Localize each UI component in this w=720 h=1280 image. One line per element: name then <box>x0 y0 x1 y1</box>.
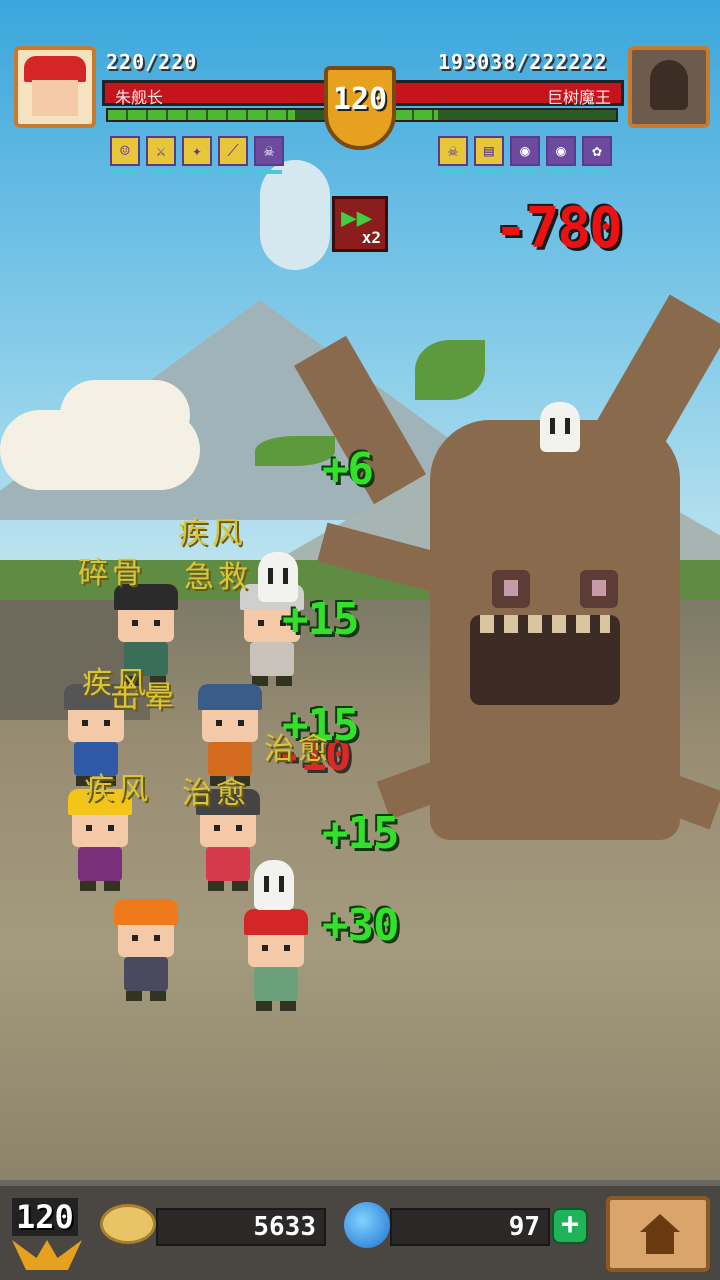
skill-callout: 碎骨 <box>78 556 146 591</box>
red-cap <box>24 56 86 82</box>
skill-cooldown-bar <box>184 170 210 174</box>
ghost-skill-icon[interactable]: ☠ <box>254 136 284 166</box>
boss-energy-fill <box>394 110 439 120</box>
hero-red-cap[interactable] <box>240 909 310 1015</box>
gem-counter: 97 <box>390 1208 550 1246</box>
ghost-skill-icon: ☠ <box>438 136 468 166</box>
gold-counter: 5633 <box>156 1208 326 1246</box>
stage-level-badge: 120 <box>324 66 396 150</box>
wings-icon <box>12 1240 82 1270</box>
skill-cooldown-bar <box>112 170 138 174</box>
heal-number: +15 <box>282 594 359 645</box>
leaf <box>415 340 485 400</box>
home-button[interactable] <box>606 1196 710 1272</box>
ghost-minion <box>540 402 580 452</box>
skill-cooldown-bar <box>148 170 174 174</box>
battle-scene: -780 -10 +6 +15 +15 +15 +30 疾风 碎骨 急救 疾风 … <box>0 0 720 1280</box>
speed-button[interactable]: ▶▶ x2 <box>332 196 388 252</box>
stage-level: 120 <box>332 82 388 117</box>
player-level: 120 <box>12 1198 78 1236</box>
gold-coin-icon <box>100 1204 156 1244</box>
hero-orange-hair[interactable] <box>110 899 180 1005</box>
mask-skill-icon: ◉ <box>546 136 576 166</box>
boss-energy-bar <box>392 108 618 122</box>
player-energy-bar <box>106 108 328 122</box>
player-energy-fill <box>108 110 296 120</box>
skill-cooldown-bar <box>256 170 282 174</box>
home-icon <box>640 1214 680 1254</box>
damage-number: -780 <box>494 196 623 261</box>
tree-eye-right <box>580 570 618 608</box>
skill-callout: 击晕 <box>110 680 178 715</box>
player-hp-text: 220/220 <box>106 50 198 74</box>
boss-name: 巨树魔王 <box>546 88 611 107</box>
player-portrait[interactable] <box>14 46 96 128</box>
player-name: 朱舰长 <box>115 88 164 107</box>
heal-number: +30 <box>322 900 399 951</box>
boss-hp-text: 193038/222222 <box>438 50 608 74</box>
skill-cooldown-bar <box>512 170 538 174</box>
skill-cooldown-bar <box>220 170 246 174</box>
stripe-skill-icon: ▤ <box>474 136 504 166</box>
tree-hollow <box>650 60 688 110</box>
blue-gem-icon <box>344 1202 390 1248</box>
speed-multiplier: x2 <box>361 228 381 247</box>
skill-callout: 治愈 <box>264 732 332 767</box>
skill-cooldown-bar <box>548 170 574 174</box>
tree-mouth <box>470 615 620 705</box>
tree-eye-left <box>492 570 530 608</box>
kick-skill-icon[interactable]: ✦ <box>182 136 212 166</box>
skill-callout: 疾风 <box>178 516 246 551</box>
skill-cooldown-bar <box>440 170 466 174</box>
cloud <box>260 160 330 270</box>
player-hp-bar: 朱舰长 <box>102 80 334 107</box>
mask-skill-icon: ◉ <box>510 136 540 166</box>
player-level-badge[interactable]: 120 <box>8 1196 86 1276</box>
hero-blonde[interactable] <box>64 789 134 895</box>
slash-skill-icon[interactable]: ⟋ <box>218 136 248 166</box>
heal-number: +6 <box>322 444 374 495</box>
ghost-minion <box>254 860 294 910</box>
sword-skill-icon[interactable]: ⚔ <box>146 136 176 166</box>
skill-cooldown-bar <box>476 170 502 174</box>
skill-callout: 疾风 <box>84 772 152 807</box>
player-face <box>32 80 78 116</box>
cloud <box>60 380 190 450</box>
skill-cooldown-bar <box>584 170 610 174</box>
heal-number: +15 <box>322 808 399 859</box>
boss-hp-bar: 巨树魔王 <box>392 80 624 107</box>
skill-callout: 急救 <box>184 560 252 595</box>
face-skill-icon[interactable]: ☺ <box>110 136 140 166</box>
skill-callout: 治愈 <box>182 776 250 811</box>
add-gems-button[interactable]: + <box>552 1208 588 1244</box>
flower-skill-icon: ✿ <box>582 136 612 166</box>
boss-portrait[interactable] <box>628 46 710 128</box>
